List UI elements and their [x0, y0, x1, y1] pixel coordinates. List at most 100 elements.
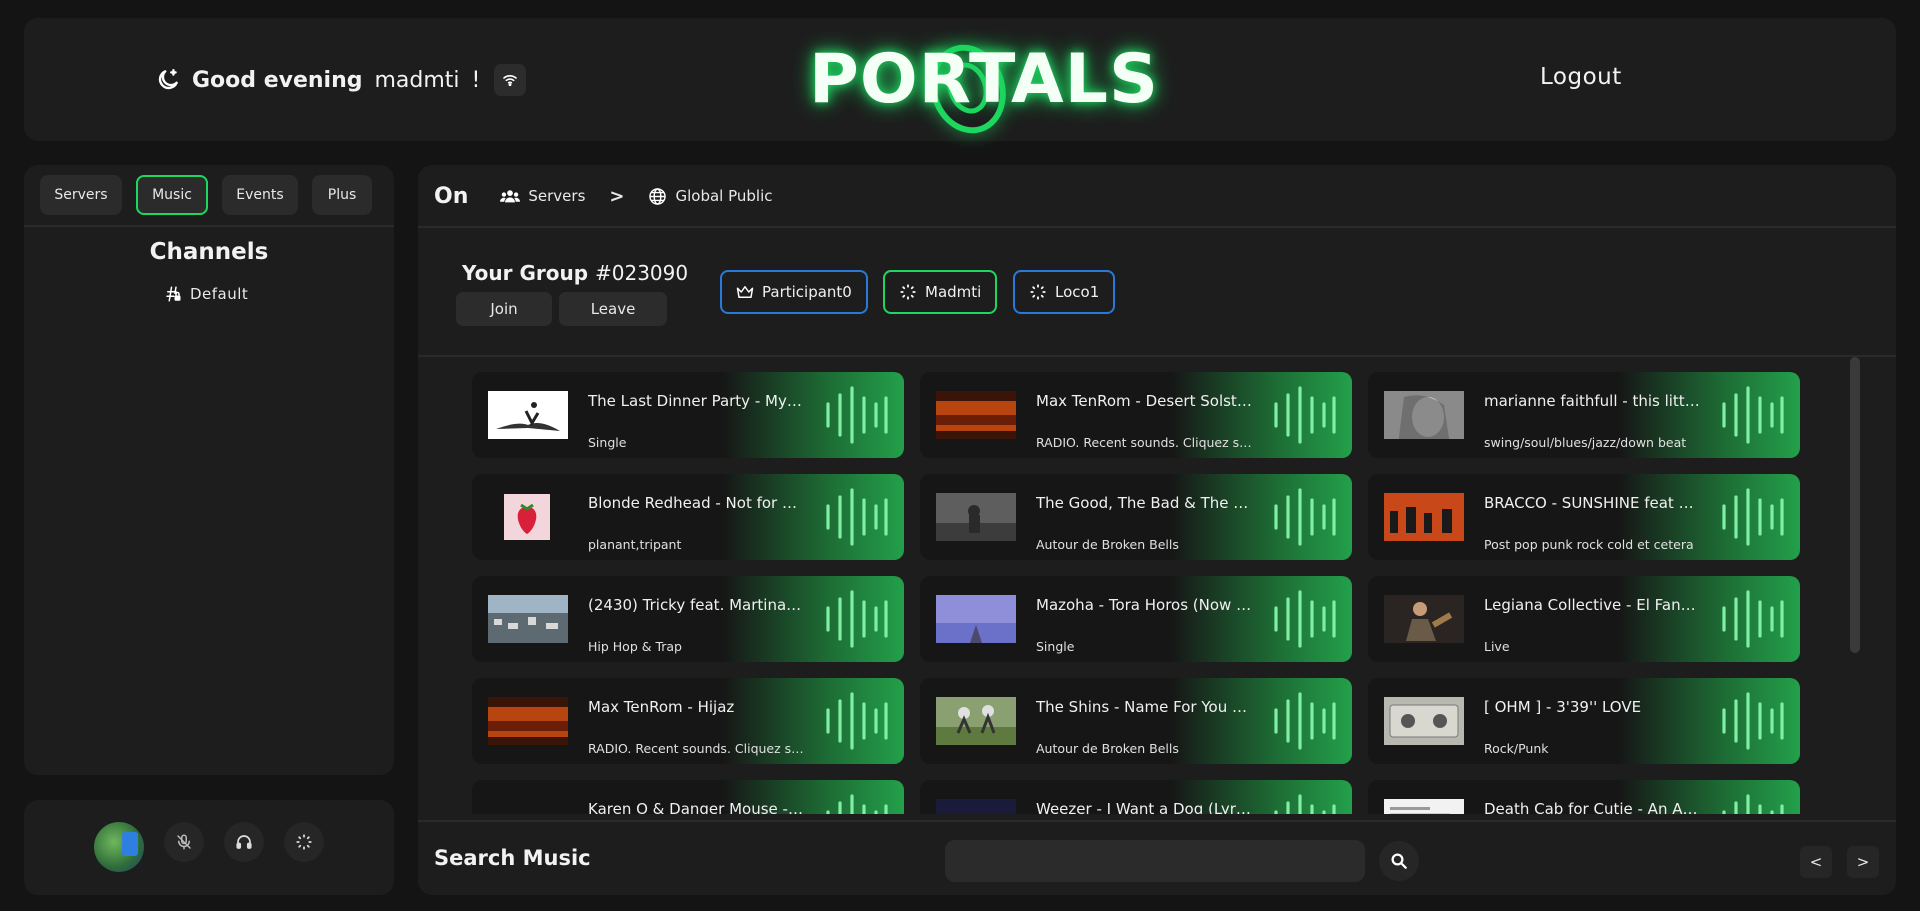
participant-chip[interactable]: Participant0: [720, 270, 868, 314]
track-card[interactable]: Weezer - I Want a Dog (Lyric Video): [920, 780, 1352, 814]
moon-stars-icon: [154, 66, 182, 94]
sidebar-divider: [24, 225, 394, 227]
next-page-button[interactable]: >: [1847, 846, 1879, 878]
breadcrumb-servers-label: Servers: [528, 187, 586, 205]
main-panel: On Servers > Global Public Your Group #0…: [418, 165, 1896, 895]
prev-page-button[interactable]: <: [1800, 846, 1832, 878]
tab-plus[interactable]: Plus: [312, 175, 372, 215]
track-title: (2430) Tricky feat. Martina Topley-Bird: [588, 596, 804, 614]
breadcrumb: On Servers > Global Public: [434, 165, 773, 227]
track-title: Max TenRom - Hijaz: [588, 698, 735, 716]
channel-label: Default: [190, 285, 249, 303]
audio-bars-icon: [1722, 794, 1784, 814]
divider: [418, 226, 1896, 228]
mute-mic-button[interactable]: [164, 822, 204, 862]
track-subtitle: Rock/Punk: [1484, 741, 1549, 756]
participant-name: Loco1: [1055, 283, 1100, 301]
participant-name: Participant0: [762, 283, 852, 301]
track-subtitle: swing/soul/blues/jazz/down beat: [1484, 435, 1687, 450]
track-thumbnail: [936, 391, 1016, 439]
wifi-icon: [503, 75, 518, 87]
connection-button[interactable]: [494, 64, 527, 96]
spinner-icon: [900, 284, 916, 300]
track-subtitle: RADIO. Recent sounds. Cliquez sur s'abon…: [1036, 435, 1252, 450]
track-card[interactable]: Legiana Collective - El Fandango Live: [1368, 576, 1800, 662]
tab-servers[interactable]: Servers: [40, 175, 122, 215]
audio-bars-icon: [1722, 386, 1784, 444]
headphones-icon: [236, 835, 252, 849]
channels-title: Channels: [149, 239, 269, 265]
spinner-icon: [296, 834, 312, 850]
track-thumbnail: [1384, 697, 1464, 745]
track-thumbnail: [1384, 595, 1464, 643]
sidebar: Servers Music Events Plus Channels Defau…: [24, 165, 394, 775]
sidebar-tabs: Servers Music Events Plus: [40, 175, 372, 215]
track-thumbnail: [488, 697, 568, 745]
greeting: Good evening madmti !: [154, 64, 527, 96]
track-card[interactable]: The Good, The Bad & The Queen Autour de …: [920, 474, 1352, 560]
track-subtitle: planant,tripant: [588, 537, 682, 552]
track-card[interactable]: (2430) Tricky feat. Martina Topley-Bird …: [472, 576, 904, 662]
track-card[interactable]: Karen O & Danger Mouse - Turn the Light: [472, 780, 904, 814]
track-card[interactable]: [ OHM ] - 3'39'' LOVE Rock/Punk: [1368, 678, 1800, 764]
avatar[interactable]: [94, 822, 144, 872]
group-id: #023090: [595, 261, 689, 285]
search-input[interactable]: [945, 840, 1365, 882]
crown-icon: [736, 286, 754, 298]
track-title: BRACCO - SUNSHINE feat Baby: [1484, 494, 1700, 512]
participant-chip[interactable]: Madmti: [883, 270, 998, 314]
track-card[interactable]: Max TenRom - Desert Solstice RADIO. Rece…: [920, 372, 1352, 458]
track-title: [ OHM ] - 3'39'' LOVE: [1484, 698, 1642, 716]
track-title: Max TenRom - Desert Solstice: [1036, 392, 1252, 410]
user-panel: [24, 800, 394, 895]
participant-name: Madmti: [925, 283, 982, 301]
track-subtitle: Hip Hop & Trap: [588, 639, 682, 654]
leave-button[interactable]: Leave: [559, 292, 667, 326]
group-title: Your Group #023090: [462, 261, 688, 285]
track-thumbnail: [1384, 799, 1464, 814]
search-label: Search Music: [434, 846, 591, 870]
audio-bars-icon: [826, 590, 888, 648]
track-title: The Last Dinner Party - My Lady of Mercy: [588, 392, 804, 410]
track-grid: The Last Dinner Party - My Lady of Mercy…: [472, 372, 1832, 814]
breadcrumb-server[interactable]: Global Public: [648, 187, 773, 206]
audio-bars-icon: [1274, 794, 1336, 814]
tab-events[interactable]: Events: [222, 175, 298, 215]
track-thumbnail: [936, 799, 1016, 814]
track-card[interactable]: Max TenRom - Hijaz RADIO. Recent sounds.…: [472, 678, 904, 764]
track-card[interactable]: BRACCO - SUNSHINE feat Baby Post pop pun…: [1368, 474, 1800, 560]
channel-item-default[interactable]: Default: [164, 285, 248, 303]
track-card[interactable]: Death Cab for Cutie - An Arrow: [1368, 780, 1800, 814]
track-subtitle: Autour de Broken Bells: [1036, 537, 1179, 552]
logout-button[interactable]: Logout: [1540, 64, 1622, 90]
username: madmti: [374, 67, 460, 93]
breadcrumb-on: On: [434, 183, 469, 209]
hashtag-lock-icon: [166, 286, 181, 302]
track-card[interactable]: Blonde Redhead - Not for me planant,trip…: [472, 474, 904, 560]
status-button[interactable]: [284, 822, 324, 862]
search-button[interactable]: [1379, 841, 1419, 881]
track-thumbnail: [1384, 391, 1464, 439]
track-card[interactable]: marianne faithfull - this little bird sw…: [1368, 372, 1800, 458]
track-title: The Good, The Bad & The Queen: [1036, 494, 1252, 512]
track-subtitle: RADIO. Recent sounds. Cliquez sur s'abon…: [588, 741, 804, 756]
scrollbar[interactable]: [1850, 357, 1860, 653]
audio-bars-icon: [826, 794, 888, 814]
track-card[interactable]: The Last Dinner Party - My Lady of Mercy…: [472, 372, 904, 458]
participant-chip[interactable]: Loco1: [1013, 270, 1116, 314]
tab-music[interactable]: Music: [136, 175, 208, 215]
divider: [418, 355, 1896, 357]
greeting-text: Good evening: [192, 67, 363, 93]
track-thumbnail: [1384, 493, 1464, 541]
audio-bars-icon: [1722, 590, 1784, 648]
track-card[interactable]: The Shins - Name For You (Official) Auto…: [920, 678, 1352, 764]
track-thumbnail: [936, 595, 1016, 643]
search-icon: [1391, 853, 1407, 869]
breadcrumb-servers[interactable]: Servers: [500, 187, 585, 205]
track-subtitle: Single: [1036, 639, 1075, 654]
track-thumbnail: [936, 697, 1016, 745]
track-card[interactable]: Mazoha - Tora Horos (Now , Here) Single: [920, 576, 1352, 662]
headphones-button[interactable]: [224, 822, 264, 862]
join-button[interactable]: Join: [456, 292, 552, 326]
spinner-icon: [1030, 284, 1046, 300]
